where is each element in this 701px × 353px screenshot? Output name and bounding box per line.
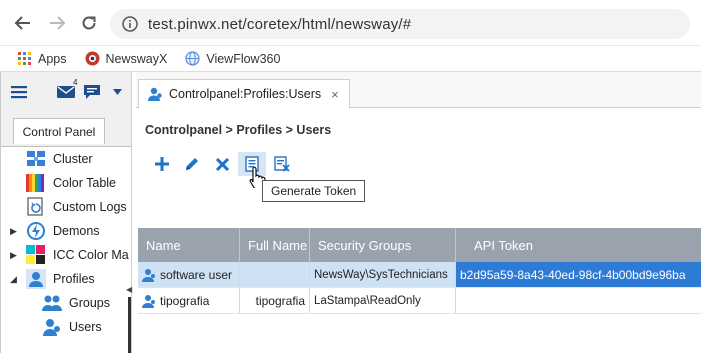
plus-icon [155, 157, 169, 171]
collapse-arrow-icon[interactable]: ◢ [10, 274, 17, 285]
cluster-icon [25, 149, 47, 169]
users-toolbar [148, 152, 298, 176]
sidebar-item-label: Groups [69, 296, 110, 310]
sidebar: 4 Control Panel Cluster Color Table Cust… [1, 72, 132, 353]
back-arrow-icon [14, 16, 30, 30]
bookmark-label: Apps [38, 51, 67, 66]
app-window: 4 Control Panel Cluster Color Table Cust… [0, 72, 701, 353]
sidebar-item-custom-logs[interactable]: Custom Logs [25, 197, 127, 217]
cell-api-token[interactable] [456, 288, 701, 313]
sidebar-item-groups[interactable]: Groups [41, 293, 110, 313]
bookmark-apps[interactable]: Apps [18, 51, 67, 66]
url-field[interactable]: test.pinwx.net/coretex/html/newsway/# [110, 9, 690, 39]
reload-icon [82, 16, 96, 30]
demons-icon [25, 221, 47, 241]
table-row[interactable]: tipografia tipografia LaStampa\ReadOnly [138, 288, 701, 314]
icc-color-icon [25, 245, 47, 265]
bookmark-label: ViewFlow360 [206, 51, 281, 66]
users-table: Name Full Name Security Groups API Token… [138, 228, 701, 314]
sidebar-item-label: Cluster [53, 152, 93, 166]
user-icon [142, 294, 156, 308]
sidebar-item-profiles[interactable]: Profiles [25, 269, 95, 289]
forward-button[interactable] [46, 12, 68, 34]
sidebar-item-label: Color Table [53, 176, 117, 190]
cell-security-groups: NewsWay\SysTechnicians [310, 262, 456, 287]
sidebar-collapse-arrow-icon[interactable]: ◀ [126, 285, 132, 294]
sidebar-item-label: Profiles [53, 272, 95, 286]
sidebar-item-label: ICC Color Ma [53, 248, 129, 262]
sidebar-scrollbar[interactable] [128, 297, 131, 353]
cell-full-name [240, 262, 310, 287]
revoke-token-icon [274, 156, 290, 172]
users-icon [41, 317, 63, 337]
table-row[interactable]: software user NewsWay\SysTechnicians b2d… [138, 262, 701, 288]
tab-label: Controlpanel:Profiles:Users [169, 87, 322, 101]
chat-icon[interactable] [83, 84, 101, 100]
revoke-token-button[interactable] [268, 152, 296, 176]
generate-token-tooltip: Generate Token [262, 180, 366, 202]
cell-full-name: tipografia [240, 288, 310, 313]
main-panel: Controlpanel:Profiles:Users × Controlpan… [136, 72, 701, 353]
delete-x-icon [215, 157, 229, 171]
newswayx-icon [85, 51, 100, 66]
user-name: software user [160, 267, 233, 282]
chevron-down-icon[interactable] [113, 89, 122, 95]
delete-user-button[interactable] [208, 152, 236, 176]
sidebar-item-label: Custom Logs [53, 200, 127, 214]
user-icon [142, 268, 156, 282]
column-header-api-token[interactable]: API Token [456, 228, 701, 262]
mail-icon[interactable]: 4 [57, 78, 77, 99]
sidebar-item-label: Demons [53, 224, 100, 238]
apps-grid-icon [18, 51, 32, 66]
bookmarks-bar: Apps NewswayX ViewFlow360 [0, 46, 701, 72]
users-tab-icon [147, 86, 163, 102]
hamburger-menu-icon[interactable] [11, 85, 27, 99]
forward-arrow-icon [50, 16, 66, 30]
mail-badge: 4 [73, 78, 78, 87]
reload-button[interactable] [78, 12, 100, 34]
sidebar-tree: Cluster Color Table Custom Logs ▶ Demons… [1, 146, 131, 353]
groups-icon [41, 293, 63, 313]
sidebar-item-demons[interactable]: Demons [25, 221, 100, 241]
cell-security-groups: LaStampa\ReadOnly [310, 288, 456, 313]
bookmark-viewflow[interactable]: ViewFlow360 [185, 51, 280, 66]
cell-name: tipografia [138, 288, 240, 313]
sidebar-item-icc-color[interactable]: ICC Color Ma [25, 245, 129, 265]
expand-arrow-icon[interactable]: ▶ [10, 250, 17, 261]
edit-user-button[interactable] [178, 152, 206, 176]
url-text: test.pinwx.net/coretex/html/newsway/# [148, 15, 412, 33]
close-tab-icon[interactable]: × [331, 87, 339, 102]
browser-address-bar: test.pinwx.net/coretex/html/newsway/# [0, 0, 701, 46]
sidebar-item-cluster[interactable]: Cluster [25, 149, 93, 169]
color-table-icon [25, 173, 47, 193]
info-icon[interactable] [122, 16, 138, 32]
cell-api-token[interactable]: b2d95a59-8a43-40ed-98cf-4b00bd9e96ba [456, 262, 701, 287]
tab-controlpanel-users[interactable]: Controlpanel:Profiles:Users × [138, 79, 350, 109]
tab-strip: Controlpanel:Profiles:Users × [136, 72, 701, 109]
control-panel-tab[interactable]: Control Panel [13, 118, 105, 144]
column-header-full-name[interactable]: Full Name [240, 228, 310, 262]
sidebar-item-color-table[interactable]: Color Table [25, 173, 116, 193]
custom-logs-icon [25, 197, 47, 217]
back-button[interactable] [12, 12, 34, 34]
add-user-button[interactable] [148, 152, 176, 176]
pencil-icon [186, 158, 198, 170]
table-header: Name Full Name Security Groups API Token [138, 228, 701, 262]
column-header-security-groups[interactable]: Security Groups [310, 228, 456, 262]
viewflow-globe-icon [185, 51, 200, 66]
expand-arrow-icon[interactable]: ▶ [10, 226, 17, 237]
column-header-name[interactable]: Name [138, 228, 240, 262]
bookmark-newswayx[interactable]: NewswayX [85, 51, 168, 66]
sidebar-item-label: Users [69, 320, 102, 334]
profiles-icon [25, 269, 47, 289]
cell-name: software user [138, 262, 240, 287]
sidebar-item-users[interactable]: Users [41, 317, 102, 337]
bookmark-label: NewswayX [105, 51, 168, 66]
breadcrumb: Controlpanel > Profiles > Users [145, 123, 332, 137]
sidebar-top-toolbar: 4 [1, 72, 131, 112]
user-name: tipografia [160, 293, 210, 308]
